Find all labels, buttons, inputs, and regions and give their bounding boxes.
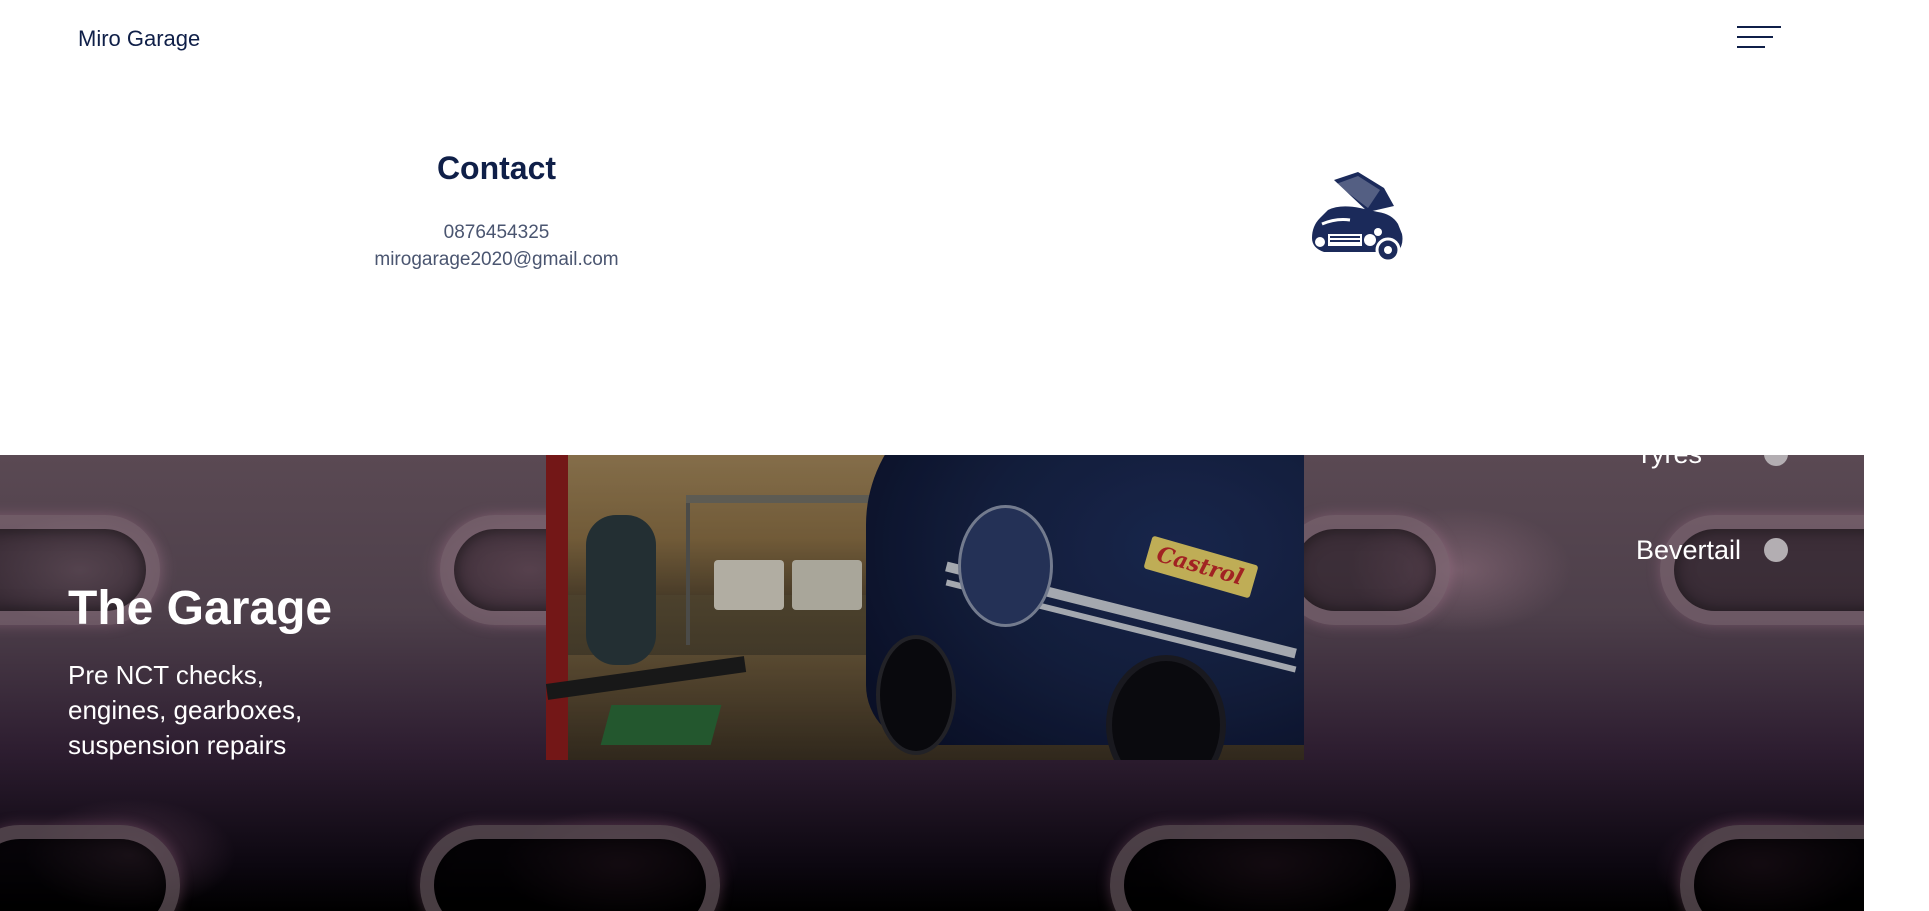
contact-section: Contact 0876454325 mirogarage2020@gmail.… <box>300 150 693 273</box>
background-hole <box>1680 825 1864 911</box>
hero-subtitle: Pre NCT checks, engines, gearboxes, susp… <box>68 660 303 760</box>
background-hole <box>1110 825 1410 911</box>
contact-title: Contact <box>436 150 557 186</box>
hero-section: The Garage Pre NCT checks, engines, gear… <box>0 455 1864 911</box>
photo-shade <box>546 455 1304 760</box>
car-hood-open-icon <box>1306 168 1408 266</box>
hamburger-menu-icon[interactable] <box>1737 26 1783 54</box>
nav-item-label: Tyres <box>1636 455 1702 469</box>
nav-item-tyres[interactable]: Tyres <box>1636 455 1796 479</box>
garage-photo: Castrol <box>546 455 1304 760</box>
hero-title: The Garage <box>68 582 333 635</box>
background-hole <box>1280 515 1450 625</box>
nav-dot-icon[interactable] <box>1764 455 1788 466</box>
menu-line <box>1737 26 1781 28</box>
menu-line <box>1737 46 1765 48</box>
background-hole <box>0 825 180 911</box>
hero-text: The Garage Pre NCT checks, engines, gear… <box>68 580 428 763</box>
contact-phone[interactable]: 0876454325 <box>300 219 693 246</box>
contact-email[interactable]: mirogarage2020@gmail.com <box>300 246 693 273</box>
background-hole <box>420 825 720 911</box>
nav-item-bevertail[interactable]: Bevertail <box>1636 535 1796 575</box>
nav-item-label: Bevertail <box>1636 535 1742 565</box>
nav-dot-icon[interactable] <box>1764 538 1788 562</box>
menu-line <box>1737 36 1773 38</box>
site-header: Miro Garage <box>0 0 1929 80</box>
brand-name[interactable]: Miro Garage <box>78 26 200 52</box>
